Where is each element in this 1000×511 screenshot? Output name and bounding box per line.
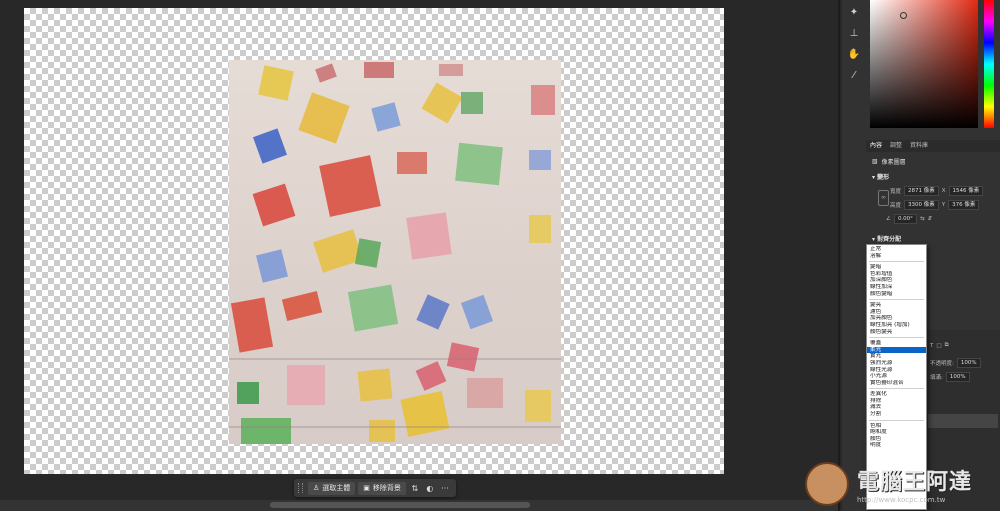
- remove-background-button[interactable]: ▣ 移除背景: [358, 481, 406, 495]
- blend-option[interactable]: 分割: [867, 411, 926, 418]
- blend-option[interactable]: 顏色變暗: [867, 291, 926, 298]
- transform-section-title[interactable]: ▾ 變形: [872, 172, 889, 181]
- blend-option[interactable]: 小光源: [867, 373, 926, 380]
- blend-option[interactable]: 實光: [867, 353, 926, 360]
- watermark-url: http://www.kocpc.com.tw: [857, 496, 946, 504]
- watermark-title: 電腦王阿達: [857, 470, 973, 495]
- horizontal-scrollbar[interactable]: [0, 500, 838, 511]
- contextual-taskbar: ♙ 選取主體 ▣ 移除背景 ⇅ ◐ ···: [294, 479, 456, 497]
- pixel-layer-icon: ▧: [872, 158, 878, 165]
- menu-separator: [869, 388, 924, 390]
- tab-libraries[interactable]: 資料庫: [910, 140, 928, 152]
- blend-option[interactable]: 加亮顏色: [867, 315, 926, 322]
- blend-option[interactable]: 強烈光源: [867, 360, 926, 367]
- align-section-title[interactable]: ▾ 對齊分配: [872, 234, 901, 243]
- type-icon[interactable]: T: [930, 343, 933, 349]
- width-field[interactable]: 2871 像素: [904, 186, 939, 196]
- panel-icon-strip: ✦ ⊥ ✋ ⁄: [842, 0, 867, 511]
- shape-icon[interactable]: □: [936, 343, 941, 349]
- layer-row-selected[interactable]: [928, 414, 998, 428]
- flip-horizontal-icon[interactable]: ⇆: [920, 216, 925, 222]
- tab-adjustments[interactable]: 調整: [890, 140, 902, 152]
- blend-option[interactable]: 溶解: [867, 253, 926, 260]
- blend-option[interactable]: 減去: [867, 404, 926, 411]
- height-row: 高度 3300 像素 Y 376 像素: [890, 200, 980, 210]
- blend-option[interactable]: 正常: [867, 246, 926, 253]
- stamp-icon[interactable]: ⊥: [846, 26, 862, 42]
- blend-option-selected[interactable]: 柔光: [867, 346, 926, 354]
- transparent-canvas[interactable]: [24, 8, 724, 474]
- x-field[interactable]: 1546 像素: [948, 186, 984, 196]
- scrollbar-thumb[interactable]: [270, 502, 530, 508]
- menu-separator: [869, 419, 924, 421]
- hue-slider[interactable]: [984, 0, 994, 128]
- brush-icon[interactable]: ⁄: [846, 68, 862, 84]
- blend-option[interactable]: 差異化: [867, 391, 926, 398]
- fabric-image-layer[interactable]: [229, 60, 561, 444]
- layer-type-label: ▧ 像素圖層: [872, 158, 906, 166]
- layer-tools-row: T □ ⧉: [930, 342, 949, 349]
- hand-icon[interactable]: ✋: [846, 47, 862, 63]
- person-icon: ♙: [313, 484, 320, 492]
- select-subject-button[interactable]: ♙ 選取主體: [308, 481, 356, 495]
- blend-option[interactable]: 線性加亮 (增加): [867, 322, 926, 329]
- flip-vertical-icon[interactable]: ⇵: [928, 216, 933, 222]
- transform-icon[interactable]: ⇅: [409, 482, 421, 495]
- angle-icon: ∠: [886, 216, 891, 222]
- angle-field[interactable]: 0.00°: [893, 214, 917, 224]
- canvas-workspace[interactable]: ♙ 選取主體 ▣ 移除背景 ⇅ ◐ ···: [0, 0, 838, 511]
- height-field[interactable]: 3300 像素: [904, 200, 939, 210]
- blend-option[interactable]: 明度: [867, 442, 926, 449]
- blend-option[interactable]: 濾色: [867, 309, 926, 316]
- opacity-row: 不透明度: 100%: [930, 358, 981, 368]
- color-picker-field[interactable]: [870, 0, 978, 128]
- blend-option[interactable]: 排除: [867, 398, 926, 405]
- blend-option[interactable]: 線性加深: [867, 284, 926, 291]
- smart-object-icon[interactable]: ⧉: [945, 342, 949, 349]
- site-watermark: 電腦王阿達 http://www.kocpc.com.tw: [805, 459, 1000, 509]
- blend-option[interactable]: 線性光源: [867, 367, 926, 374]
- menu-separator: [869, 261, 924, 263]
- panel-tabs: 內容 調整 資料庫: [866, 140, 1000, 152]
- blend-option[interactable]: 加深顏色: [867, 277, 926, 284]
- image-icon: ▣: [363, 484, 370, 492]
- blend-option[interactable]: 實色疊印混合: [867, 380, 926, 387]
- width-row: 寬度 2871 像素 X 1546 像素: [890, 186, 984, 196]
- blend-option[interactable]: 覆蓋: [867, 340, 926, 347]
- blend-option[interactable]: 色彩增值: [867, 271, 926, 278]
- link-icon[interactable]: ∞: [878, 190, 889, 206]
- menu-separator: [869, 337, 924, 339]
- blend-option[interactable]: 飽和度: [867, 429, 926, 436]
- tab-properties[interactable]: 內容: [870, 140, 882, 152]
- blend-option[interactable]: 顏色變亮: [867, 329, 926, 336]
- blend-option[interactable]: 變亮: [867, 302, 926, 309]
- fill-row: 填滿: 100%: [930, 372, 970, 382]
- panel-divider[interactable]: [838, 0, 840, 511]
- taskbar-grip-handle[interactable]: [298, 483, 303, 493]
- blend-option[interactable]: 色相: [867, 423, 926, 430]
- color-cursor[interactable]: [900, 12, 907, 19]
- mascot-logo: [805, 462, 849, 506]
- angle-row: ∠ 0.00° ⇆ ⇵: [886, 214, 932, 224]
- blend-option[interactable]: 顏色: [867, 436, 926, 443]
- fill-field[interactable]: 100%: [945, 372, 970, 382]
- opacity-field[interactable]: 100%: [956, 358, 981, 368]
- mask-icon[interactable]: ◐: [424, 482, 436, 495]
- y-field[interactable]: 376 像素: [948, 200, 980, 210]
- more-options-button[interactable]: ···: [439, 482, 451, 495]
- blend-option[interactable]: 變暗: [867, 264, 926, 271]
- adjust-brush-icon[interactable]: ✦: [846, 5, 862, 21]
- menu-separator: [869, 299, 924, 301]
